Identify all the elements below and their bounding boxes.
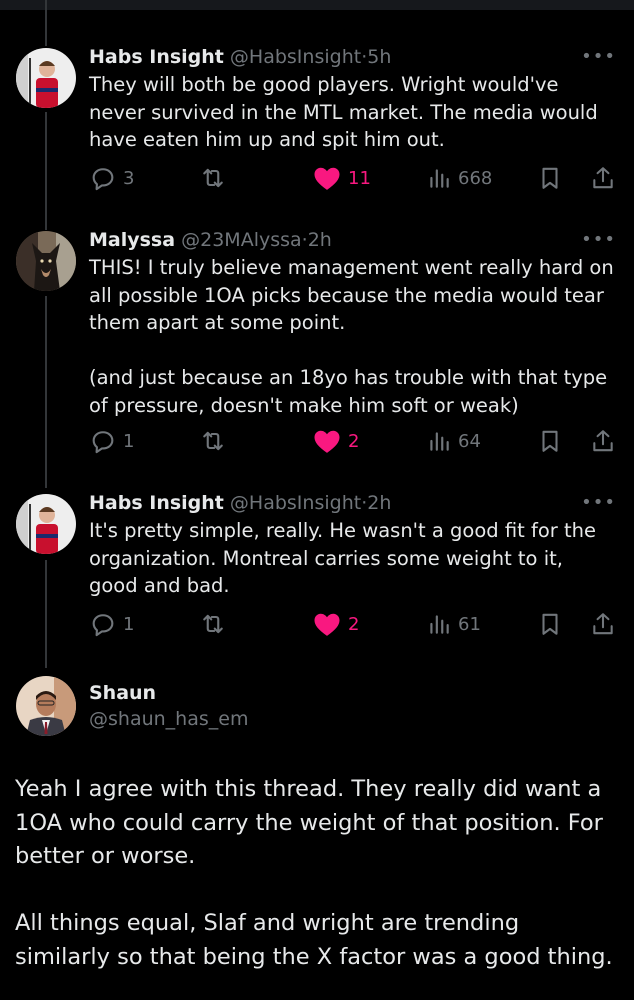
views-button[interactable]: 61 bbox=[426, 610, 481, 638]
reply-count: 1 bbox=[123, 613, 135, 635]
dog-avatar[interactable] bbox=[16, 231, 76, 291]
like-button[interactable]: 2 bbox=[312, 427, 359, 455]
main-author-name[interactable]: Shaun bbox=[89, 682, 156, 704]
tweet-text: It's pretty simple, really. He wasn't a … bbox=[89, 519, 603, 597]
man-in-suit-avatar[interactable] bbox=[16, 676, 76, 736]
author-name[interactable]: Habs Insight bbox=[89, 46, 224, 68]
view-count: 668 bbox=[458, 167, 493, 189]
author-name[interactable]: Habs Insight bbox=[89, 492, 224, 514]
main-author-handle[interactable]: @shaun_has_em bbox=[89, 708, 248, 730]
like-button[interactable]: 2 bbox=[312, 610, 359, 638]
bookmark-button[interactable] bbox=[537, 427, 563, 455]
more-options-icon[interactable]: ••• bbox=[581, 46, 616, 67]
tweet-header: Habs Insight @HabsInsight·2h bbox=[89, 490, 391, 516]
reply-count: 1 bbox=[123, 430, 135, 452]
share-icon bbox=[593, 167, 613, 189]
reply-button[interactable]: 3 bbox=[89, 164, 134, 192]
heart-icon bbox=[314, 430, 340, 453]
retweet-icon bbox=[203, 168, 223, 188]
thread-line bbox=[45, 0, 47, 46]
reply-tweet[interactable]: Habs Insight @HabsInsight·2h ••• It's pr… bbox=[0, 490, 634, 650]
retweet-icon bbox=[203, 431, 223, 451]
tweet-text: They will both be good players. Wright w… bbox=[89, 73, 604, 151]
tweet-header: Habs Insight @HabsInsight·5h bbox=[89, 44, 391, 70]
views-icon bbox=[430, 432, 449, 451]
tweet-text: THIS! I truly believe management went re… bbox=[89, 256, 614, 417]
action-bar: 1 2 61 bbox=[89, 610, 619, 640]
bookmark-button[interactable] bbox=[537, 610, 563, 638]
views-icon bbox=[430, 615, 449, 634]
retweet-icon bbox=[203, 614, 223, 634]
bookmark-icon bbox=[542, 613, 558, 635]
reply-icon bbox=[92, 431, 114, 454]
timestamp[interactable]: 2h bbox=[367, 492, 391, 514]
like-count: 11 bbox=[348, 167, 371, 189]
bookmark-icon bbox=[542, 430, 558, 452]
share-button[interactable] bbox=[590, 610, 616, 638]
heart-icon bbox=[314, 613, 340, 636]
tweet-header: Malyssa @23MAlyssa·2h bbox=[89, 227, 332, 253]
heart-icon bbox=[314, 167, 340, 190]
views-icon bbox=[430, 169, 449, 188]
timestamp[interactable]: 2h bbox=[308, 229, 332, 251]
views-button[interactable]: 668 bbox=[426, 164, 492, 192]
top-bar bbox=[0, 0, 634, 10]
like-count: 2 bbox=[348, 430, 360, 452]
action-bar: 3 11 668 bbox=[89, 164, 619, 194]
author-name[interactable]: Malyssa bbox=[89, 229, 175, 251]
reply-icon bbox=[92, 168, 114, 191]
reply-button[interactable]: 1 bbox=[89, 427, 134, 455]
bookmark-icon bbox=[542, 167, 558, 189]
retweet-button[interactable] bbox=[199, 427, 233, 455]
more-options-icon[interactable]: ••• bbox=[581, 492, 616, 513]
hockey-player-avatar[interactable] bbox=[16, 494, 76, 554]
reply-button[interactable]: 1 bbox=[89, 610, 134, 638]
share-icon bbox=[593, 613, 613, 635]
share-button[interactable] bbox=[590, 164, 616, 192]
views-button[interactable]: 64 bbox=[426, 427, 481, 455]
timestamp[interactable]: 5h bbox=[367, 46, 391, 68]
author-handle[interactable]: @HabsInsight bbox=[230, 492, 361, 514]
reply-tweet[interactable]: Habs Insight @HabsInsight·5h ••• They wi… bbox=[0, 44, 634, 204]
action-bar: 1 2 64 bbox=[89, 427, 619, 457]
reply-icon bbox=[92, 614, 114, 637]
hockey-player-avatar[interactable] bbox=[16, 48, 76, 108]
main-tweet-text: Yeah I agree with this thread. They real… bbox=[15, 776, 613, 970]
view-count: 61 bbox=[458, 613, 481, 635]
reply-count: 3 bbox=[123, 167, 135, 189]
share-button[interactable] bbox=[590, 427, 616, 455]
reply-tweet[interactable]: Malyssa @23MAlyssa·2h ••• THIS! I truly … bbox=[0, 227, 634, 477]
author-handle[interactable]: @23MAlyssa bbox=[181, 229, 302, 251]
view-count: 64 bbox=[458, 430, 481, 452]
bookmark-button[interactable] bbox=[537, 164, 563, 192]
like-count: 2 bbox=[348, 613, 360, 635]
author-handle[interactable]: @HabsInsight bbox=[230, 46, 361, 68]
share-icon bbox=[593, 430, 613, 452]
retweet-button[interactable] bbox=[199, 164, 233, 192]
more-options-icon[interactable]: ••• bbox=[581, 229, 616, 250]
retweet-button[interactable] bbox=[199, 610, 233, 638]
like-button[interactable]: 11 bbox=[312, 164, 371, 192]
